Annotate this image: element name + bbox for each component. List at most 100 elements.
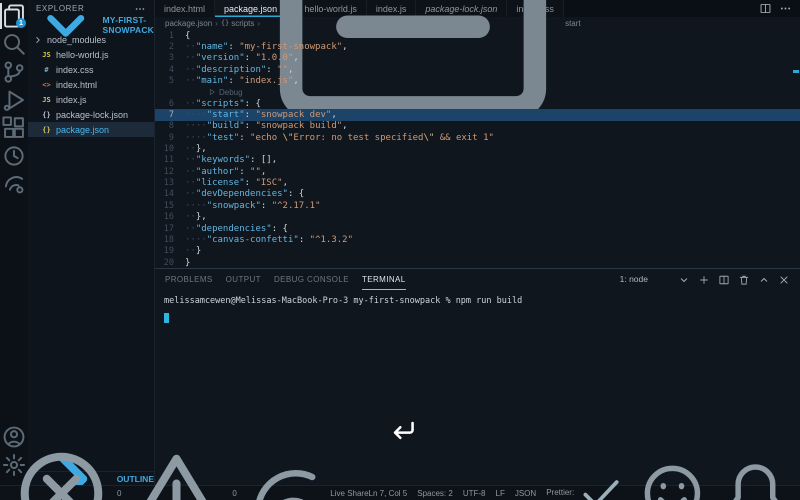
account-icon[interactable] xyxy=(0,424,28,450)
line-number: 8 xyxy=(155,121,185,131)
breadcrumb-separator: › xyxy=(215,19,218,28)
code-line-14[interactable]: 14··"devDependencies": { xyxy=(155,189,800,200)
line-number: 19 xyxy=(155,246,185,256)
live-share-status[interactable]: Live Share xyxy=(242,450,369,500)
line-number: 6 xyxy=(155,99,185,109)
line-number: 14 xyxy=(155,189,185,199)
code-line-20[interactable]: 20} xyxy=(155,257,800,268)
language-mode-status[interactable]: JSON xyxy=(515,489,536,498)
overview-ruler-mark xyxy=(793,70,799,73)
feedback-smiley-icon[interactable] xyxy=(636,457,709,500)
encoding-status[interactable]: UTF-8 xyxy=(463,489,486,498)
line-number: 18 xyxy=(155,235,185,245)
line-number: 15 xyxy=(155,201,185,211)
problems-status[interactable]: 0 0 xyxy=(8,440,237,500)
panel-tab-terminal[interactable]: TERMINAL xyxy=(362,269,406,290)
new-terminal-icon[interactable] xyxy=(698,274,710,286)
workspace-folder-header[interactable]: MY-FIRST-SNOWPACK xyxy=(28,17,154,32)
code-line-12[interactable]: 12··"author": "", xyxy=(155,166,800,177)
tab-label: index.html xyxy=(164,4,205,14)
source-control-icon[interactable] xyxy=(0,59,28,85)
line-number: 1 xyxy=(155,31,185,41)
play-icon xyxy=(208,88,216,96)
breadcrumb-item-scripts[interactable]: {}scripts xyxy=(221,19,255,28)
code-line-3[interactable]: 3··"version": "1.0.0", xyxy=(155,53,800,64)
code-line-5[interactable]: 5··"main": "index.js", xyxy=(155,75,800,86)
breadcrumb-separator: › xyxy=(257,19,260,28)
code-line-4[interactable]: 4··"description": "", xyxy=(155,64,800,75)
live-share-icon xyxy=(242,450,328,500)
cursor-position-status[interactable]: Ln 7, Col 5 xyxy=(369,489,408,498)
panel-tab-problems[interactable]: PROBLEMS xyxy=(165,269,213,290)
code-line-18[interactable]: 18····"canvas-confetti": "^1.3.2" xyxy=(155,234,800,245)
breadcrumb-item-package.json[interactable]: package.json xyxy=(165,19,212,28)
activity-badge: 1 xyxy=(16,18,26,28)
explorer-sidebar: EXPLORER MY-FIRST-SNOWPACK node_modulesJ… xyxy=(28,0,155,485)
sidebar-item-package-lock.json[interactable]: {}package-lock.json xyxy=(28,107,154,122)
search-icon[interactable] xyxy=(0,31,28,57)
settings-icon[interactable] xyxy=(0,452,28,478)
line-number: 9 xyxy=(155,133,185,143)
code-line-10[interactable]: 10··}, xyxy=(155,143,800,154)
chevron-down-icon[interactable] xyxy=(678,274,690,286)
code-line-1[interactable]: 1{ xyxy=(155,30,800,41)
code-line-15[interactable]: 15····"snowpack": "^2.17.1" xyxy=(155,200,800,211)
indentation-status[interactable]: Spaces: 2 xyxy=(417,489,453,498)
file-name: index.js xyxy=(56,95,87,105)
file-name: package.json xyxy=(56,125,109,135)
formatter-status[interactable]: Prettier: xyxy=(546,468,626,500)
sidebar-item-index.css[interactable]: #index.css xyxy=(28,62,154,77)
sidebar-item-node_modules[interactable]: node_modules xyxy=(28,32,154,47)
kill-terminal-icon[interactable] xyxy=(738,274,750,286)
code-line-16[interactable]: 16··}, xyxy=(155,212,800,223)
code-line-13[interactable]: 13··"license": "ISC", xyxy=(155,177,800,188)
code-line-6[interactable]: 6··"scripts": { xyxy=(155,98,800,109)
code-line-11[interactable]: 11··"keywords": [], xyxy=(155,155,800,166)
code-line-7[interactable]: 7····"start": "snowpack dev", xyxy=(155,109,800,120)
code-line-19[interactable]: 19··} xyxy=(155,246,800,257)
eol-status[interactable]: LF xyxy=(496,489,505,498)
sidebar-item-index.js[interactable]: JS index.js xyxy=(28,92,154,107)
panel-tab-debug-console[interactable]: DEBUG CONSOLE xyxy=(274,269,349,290)
code-line-17[interactable]: 17··"dependencies": { xyxy=(155,223,800,234)
activity-bar: 1 xyxy=(0,0,28,485)
terminal-command-line: melissamcewen@Melissas-MacBook-Pro-3 my-… xyxy=(164,296,791,306)
line-number: 2 xyxy=(155,42,185,52)
line-number: 4 xyxy=(155,65,185,75)
panel-tab-output[interactable]: OUTPUT xyxy=(226,269,261,290)
line-number: 17 xyxy=(155,224,185,234)
split-editor-icon[interactable] xyxy=(759,2,772,15)
extensions-icon[interactable] xyxy=(0,115,28,141)
explorer-icon[interactable]: 1 xyxy=(0,3,28,29)
terminal-shell-selector[interactable]: 1: node xyxy=(620,274,648,286)
sidebar-item-index.html[interactable]: <>index.html xyxy=(28,77,154,92)
code-line-2[interactable]: 2··"name": "my-first-snowpack", xyxy=(155,41,800,52)
line-number: 11 xyxy=(155,155,185,165)
editor-more-actions-icon[interactable] xyxy=(779,2,792,15)
file-type-icon: JS xyxy=(41,96,52,104)
sidebar-item-hello-world.js[interactable]: JShello-world.js xyxy=(28,47,154,62)
code-editor[interactable]: 1{2··"name": "my-first-snowpack",3··"ver… xyxy=(155,29,800,268)
maximize-panel-icon[interactable] xyxy=(758,274,770,286)
clock-icon[interactable] xyxy=(0,143,28,169)
terminal-cursor xyxy=(164,313,169,323)
tab-index.html[interactable]: index.html xyxy=(155,0,215,17)
panel-tabs: PROBLEMS OUTPUT DEBUG CONSOLE TERMINAL xyxy=(165,269,419,290)
live-share-icon[interactable] xyxy=(0,171,28,197)
vscode-window: 1 EXPLORER MY-FIRST-SNOWPACK node_module… xyxy=(0,0,800,500)
line-number: 3 xyxy=(155,53,185,63)
line-number: 7 xyxy=(155,110,185,120)
notifications-bell-icon[interactable] xyxy=(719,457,792,500)
run-debug-icon[interactable] xyxy=(0,87,28,113)
file-name: package-lock.json xyxy=(56,110,128,120)
line-number: 10 xyxy=(155,144,185,154)
code-line-9[interactable]: 9····"test": "echo \"Error: no test spec… xyxy=(155,132,800,143)
more-actions-icon[interactable] xyxy=(134,3,146,15)
file-type-icon: {} xyxy=(41,126,52,134)
close-panel-icon[interactable] xyxy=(778,274,790,286)
split-terminal-icon[interactable] xyxy=(718,274,730,286)
sidebar-item-package.json[interactable]: {} package.json xyxy=(28,122,154,137)
status-bar: 0 0 Live Share Ln 7, Col 5 Spaces: 2 UTF… xyxy=(0,485,800,500)
codelens-debug[interactable]: Debug xyxy=(155,87,800,98)
code-line-8[interactable]: 8····"build": "snowpack build", xyxy=(155,121,800,132)
